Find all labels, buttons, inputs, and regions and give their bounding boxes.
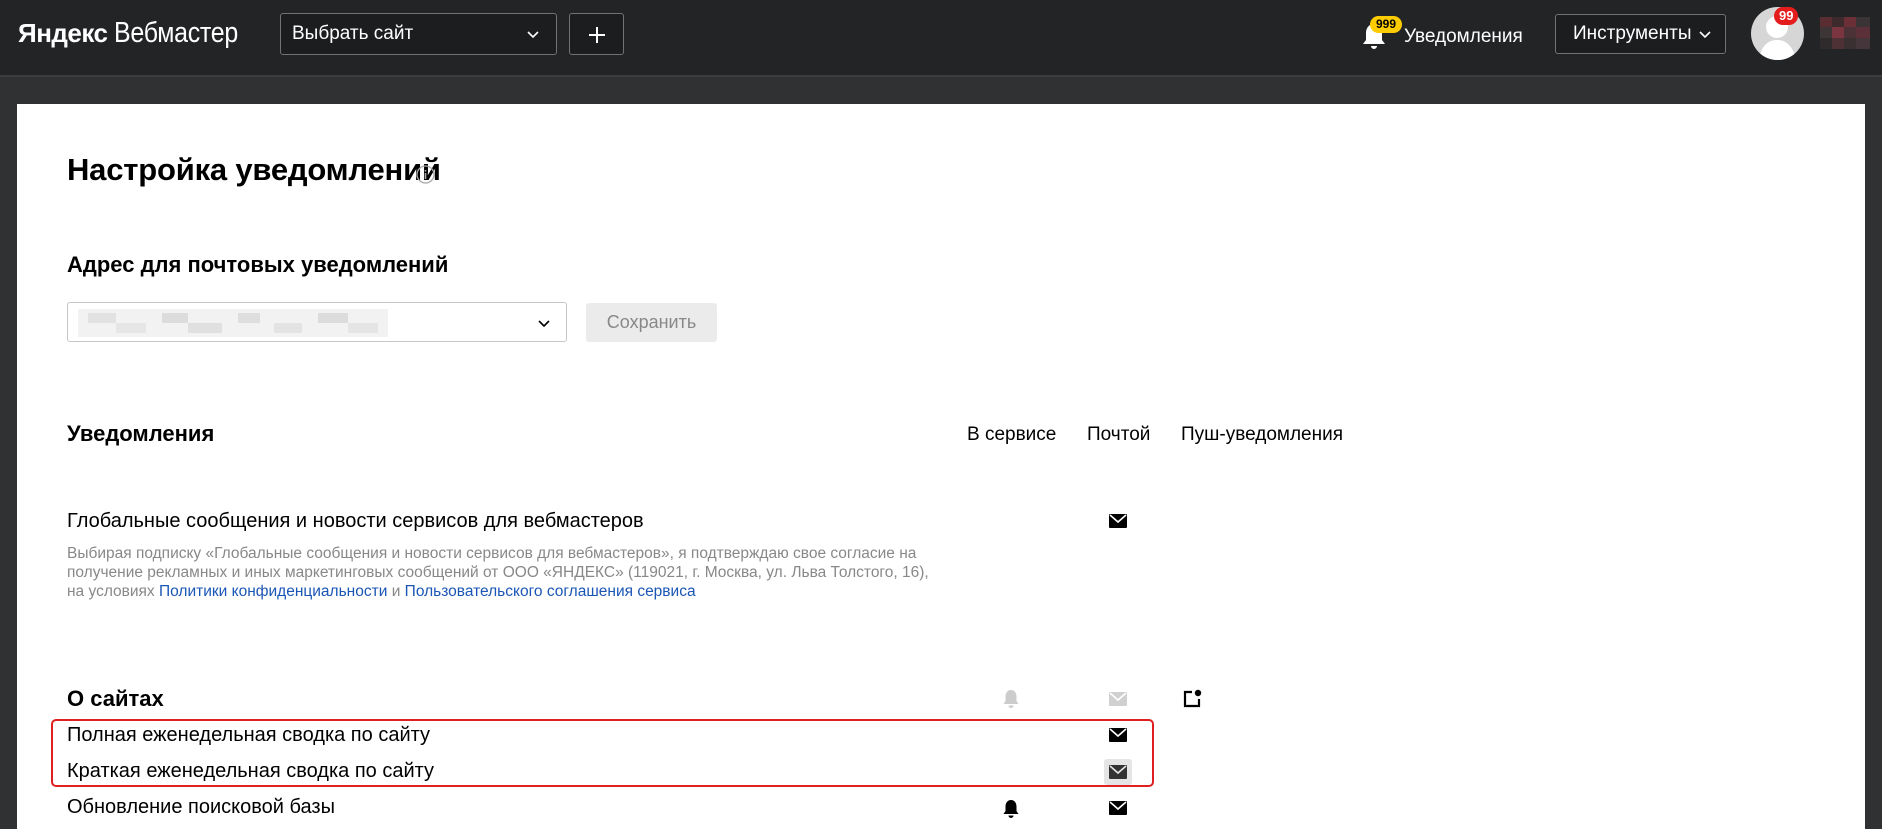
mail-icon[interactable] — [1109, 514, 1127, 528]
push-notification-icon[interactable] — [1182, 689, 1202, 709]
bell-icon[interactable] — [1002, 799, 1020, 819]
site-select-dropdown[interactable]: Выбрать сайт — [280, 13, 557, 55]
add-site-button[interactable] — [569, 13, 624, 55]
email-blurred — [78, 309, 388, 337]
bell-icon[interactable] — [1002, 689, 1020, 709]
bell-icon: 999 — [1358, 16, 1403, 52]
user-agreement-link[interactable]: Пользовательского соглашения сервиса — [405, 583, 696, 600]
sites-row-search-base-update: Обновление поисковой базы — [67, 796, 335, 818]
chevron-down-icon — [538, 320, 550, 328]
column-header-email: Почтой — [1087, 424, 1151, 445]
notifications-count-badge: 999 — [1370, 16, 1403, 33]
mail-icon[interactable] — [1109, 801, 1127, 815]
chevron-down-icon — [1699, 31, 1711, 39]
tools-label: Инструменты — [1573, 23, 1692, 44]
plus-icon — [589, 27, 605, 43]
column-header-service: В сервисе — [967, 424, 1057, 445]
notifications-button[interactable]: 999 Уведомления — [1358, 14, 1523, 54]
email-section-title: Адрес для почтовых уведомлений — [67, 252, 449, 277]
mail-icon[interactable] — [1109, 692, 1127, 706]
notifications-section-title: Уведомления — [67, 421, 215, 446]
annotation-highlight-box — [51, 719, 1154, 787]
notifications-label: Уведомления — [1404, 26, 1523, 47]
tools-menu-button[interactable]: Инструменты — [1555, 14, 1726, 54]
username-blurred — [1820, 17, 1870, 49]
page-title: Настройка уведомлений — [67, 152, 441, 187]
global-news-disclaimer: Выбирая подписку «Глобальные сообщения и… — [67, 544, 947, 601]
disclaimer-and: и — [391, 583, 401, 600]
chevron-down-icon — [527, 31, 539, 39]
sites-group-title: О сайтах — [67, 686, 164, 711]
email-address-select[interactable] — [67, 302, 567, 342]
logo-product: Вебмастер — [113, 17, 238, 49]
logo-brand: Яндекс — [18, 18, 108, 48]
column-header-push: Пуш-уведомления — [1181, 424, 1344, 445]
info-icon[interactable] — [416, 165, 435, 184]
avatar-count-badge: 99 — [1774, 7, 1799, 25]
global-news-label: Глобальные сообщения и новости сервисов … — [67, 510, 644, 532]
top-header: Яндекс Вебмастер Выбрать сайт 999 Уведом… — [0, 0, 1882, 77]
site-select-label: Выбрать сайт — [292, 23, 414, 44]
privacy-policy-link[interactable]: Политики конфиденциальности — [159, 583, 387, 600]
yandex-webmaster-logo[interactable]: Яндекс Вебмастер — [18, 17, 258, 51]
save-button[interactable]: Сохранить — [586, 303, 717, 342]
